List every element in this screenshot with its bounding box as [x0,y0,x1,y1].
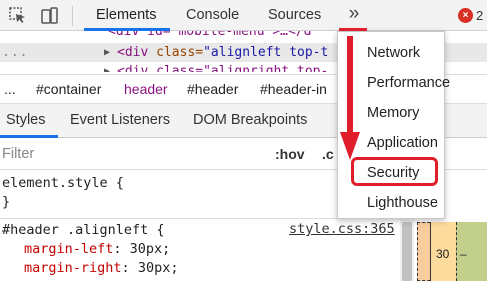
breadcrumb-item[interactable]: #header-in [260,75,327,103]
tab-dom-breakpoints[interactable]: DOM Breakpoints [193,104,307,136]
hover-state-toggle[interactable]: :hov [275,138,305,170]
dom-attr: class= [156,45,204,60]
dom-attr-value: "alignleft top-t [203,45,329,60]
dom-node-text: <div class="alignright top- [117,64,329,72]
security-annotation-box [351,157,438,186]
error-icon[interactable]: × [458,8,473,23]
property-value: 30px; [129,241,171,257]
annotation-arrow-icon [340,36,360,160]
style-property[interactable]: margin-left: 30px; [24,240,170,259]
inspect-element-icon[interactable] [8,6,28,26]
tab-event-listeners[interactable]: Event Listeners [70,104,170,136]
rule-selector: #header .alignleft { [2,222,165,238]
box-model-padding-value[interactable]: – [460,247,467,261]
devtools-toolbar: Elements Console Sources » × 2 [0,0,487,32]
breadcrumb-ellipsis[interactable]: ... [4,75,16,103]
filter-input[interactable] [2,143,252,165]
more-tabs-button[interactable]: » [336,0,372,31]
menu-item-lighthouse[interactable]: Lighthouse [338,188,444,218]
box-model-margin-value[interactable]: 30 [436,247,449,261]
device-toolbar-icon[interactable] [40,6,60,26]
tab-elements[interactable]: Elements [96,0,156,31]
property-name: margin-left [24,241,114,257]
tab-styles[interactable]: Styles [6,104,46,136]
breadcrumb-item[interactable]: #container [36,75,101,103]
dom-node-ellipsis: ... [2,45,29,60]
source-link[interactable]: style.css:365 [289,221,395,237]
dom-tag: <div [117,45,157,60]
scrollbar-thumb[interactable] [402,222,412,281]
expand-triangle-icon[interactable]: ▶ [104,62,110,72]
error-count[interactable]: 2 [476,0,483,31]
breadcrumb-item[interactable]: #header [187,75,238,103]
class-toggle[interactable]: .c [322,138,334,170]
style-property[interactable]: margin-right: 30px; [24,259,178,278]
breadcrumb-item[interactable]: header [124,75,168,103]
chevron-double-right-icon: » [348,3,360,24]
toolbar-divider [72,6,73,26]
element-style-close: } [2,194,11,210]
property-value: 30px; [137,260,179,276]
tab-console[interactable]: Console [186,0,239,31]
element-style-selector: element.style { [2,175,124,191]
dom-node-text: <div id="mobile-menu">…</d [108,31,312,39]
expand-triangle-icon[interactable]: ▶ [104,43,110,62]
property-name: margin-right [24,260,122,276]
tab-sources[interactable]: Sources [268,0,321,31]
